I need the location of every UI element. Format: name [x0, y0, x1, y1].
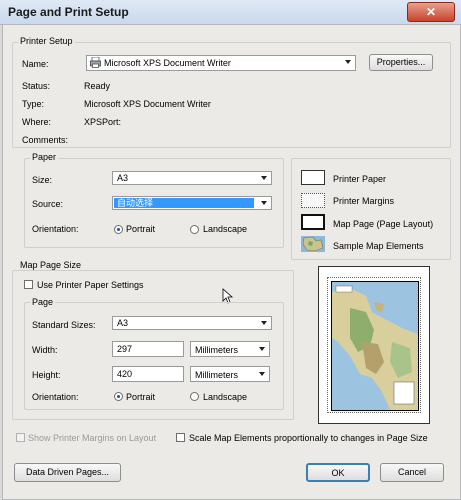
- paper-source-value: 自动选择: [117, 198, 154, 208]
- paper-title: Paper: [30, 152, 59, 162]
- scale-elements-checkbox[interactable]: [176, 433, 185, 442]
- printer-setup-title: Printer Setup: [18, 36, 75, 46]
- standard-sizes-label: Standard Sizes:: [32, 320, 96, 330]
- close-button[interactable]: ✕: [407, 2, 455, 22]
- ok-button[interactable]: OK: [306, 463, 370, 482]
- standard-sizes-combo[interactable]: A3: [112, 316, 272, 330]
- chevron-down-icon: [345, 60, 351, 64]
- chevron-down-icon: [261, 176, 267, 180]
- width-units-value: Millimeters: [195, 345, 239, 355]
- properties-button[interactable]: Properties...: [369, 54, 433, 71]
- map-page-rect-icon: [301, 214, 325, 230]
- paper-portrait-label: Portrait: [126, 224, 156, 234]
- chevron-down-icon: [261, 201, 267, 205]
- comments-label: Comments:: [22, 135, 69, 145]
- title-bar: Page and Print Setup ✕: [0, 0, 461, 25]
- legend-printer-margins: Printer Margins: [333, 196, 395, 206]
- show-margins-checkbox[interactable]: [16, 433, 25, 442]
- height-label: Height:: [32, 370, 61, 380]
- sample-map-icon: [301, 236, 325, 252]
- where-label: Where:: [22, 117, 52, 127]
- type-label: Type:: [22, 99, 45, 109]
- width-units-combo[interactable]: Millimeters: [190, 341, 270, 357]
- data-driven-pages-button[interactable]: Data Driven Pages...: [14, 463, 121, 482]
- page-landscape-radio[interactable]: [190, 392, 199, 401]
- printer-name-combo[interactable]: Microsoft XPS Document Writer: [86, 55, 356, 71]
- name-label: Name:: [22, 59, 49, 69]
- legend-sample-map: Sample Map Elements: [333, 241, 424, 251]
- width-input[interactable]: 297: [112, 341, 184, 357]
- paper-landscape-label: Landscape: [203, 224, 248, 234]
- scale-elements-label: Scale Map Elements proportionally to cha…: [189, 433, 428, 443]
- use-printer-paper-label: Use Printer Paper Settings: [37, 280, 144, 290]
- printer-name-value: Microsoft XPS Document Writer: [104, 58, 231, 68]
- paper-orientation-label: Orientation:: [32, 224, 79, 234]
- paper-source-combo[interactable]: 自动选择: [112, 196, 272, 210]
- paper-rect-icon: [301, 170, 325, 185]
- paper-size-combo[interactable]: A3: [112, 171, 272, 185]
- window-title: Page and Print Setup: [8, 5, 129, 19]
- paper-size-label: Size:: [32, 175, 53, 185]
- paper-size-value: A3: [117, 173, 129, 183]
- printer-icon: [90, 56, 101, 68]
- page-orientation-label: Orientation:: [32, 392, 79, 402]
- margins-dotted-icon: [301, 193, 325, 208]
- map-page-size-title: Map Page Size: [18, 260, 84, 270]
- height-units-value: Millimeters: [195, 370, 239, 380]
- paper-portrait-radio[interactable]: [114, 225, 123, 234]
- standard-sizes-value: A3: [117, 318, 129, 328]
- page-title: Page: [30, 297, 56, 307]
- type-value: Microsoft XPS Document Writer: [84, 99, 211, 109]
- legend-map-page: Map Page (Page Layout): [333, 219, 434, 229]
- status-value: Ready: [84, 81, 111, 91]
- preview-map: [331, 281, 419, 411]
- chevron-down-icon: [259, 372, 265, 376]
- use-printer-paper-checkbox[interactable]: [24, 280, 33, 289]
- chevron-down-icon: [261, 321, 267, 325]
- status-label: Status:: [22, 81, 51, 91]
- page-preview: [318, 266, 430, 424]
- show-margins-label: Show Printer Margins on Layout: [28, 433, 157, 443]
- paper-landscape-radio[interactable]: [190, 225, 199, 234]
- paper-source-label: Source:: [32, 199, 64, 209]
- where-value: XPSPort:: [84, 117, 122, 127]
- height-input[interactable]: 420: [112, 366, 184, 382]
- page-landscape-label: Landscape: [203, 392, 248, 402]
- height-units-combo[interactable]: Millimeters: [190, 366, 270, 382]
- page-portrait-radio[interactable]: [114, 392, 123, 401]
- chevron-down-icon: [259, 347, 265, 351]
- cancel-button[interactable]: Cancel: [380, 463, 444, 482]
- page-portrait-label: Portrait: [126, 392, 156, 402]
- width-label: Width:: [32, 345, 58, 355]
- legend-printer-paper: Printer Paper: [333, 174, 387, 184]
